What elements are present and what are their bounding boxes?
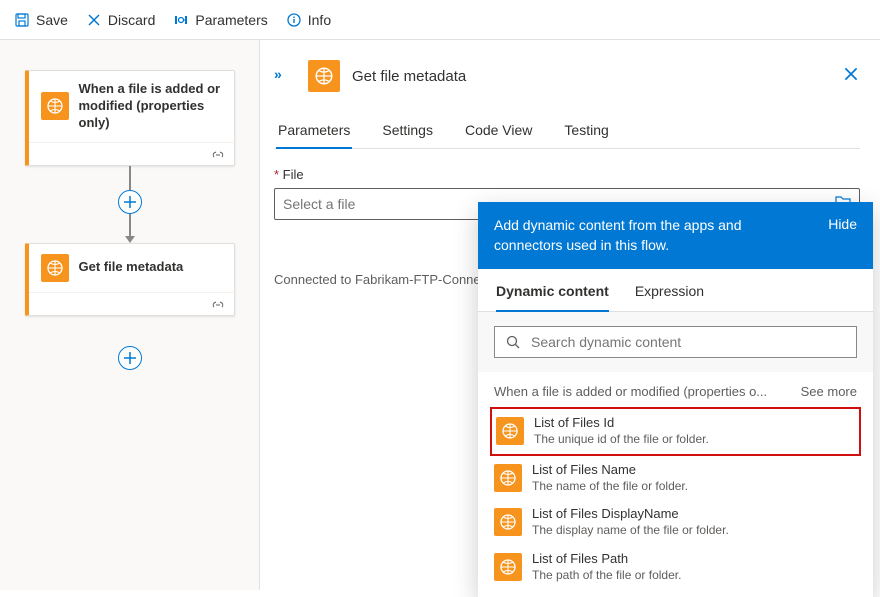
dc-item-files-path[interactable]: List of Files PathThe path of the file o… — [490, 545, 861, 589]
tab-codeview[interactable]: Code View — [463, 114, 534, 148]
dynamic-content-list[interactable]: List of Files IdThe unique id of the fil… — [478, 407, 873, 597]
ftp-icon — [308, 60, 340, 92]
ftp-icon — [496, 417, 524, 445]
collapse-button[interactable]: » — [274, 66, 282, 82]
toolbar: Save Discard Parameters Info — [0, 0, 880, 40]
info-button[interactable]: Info — [286, 12, 331, 28]
flow-canvas: When a file is added or modified (proper… — [0, 40, 260, 590]
search-box — [494, 326, 857, 358]
ftp-icon — [494, 508, 522, 536]
action-title: Get file metadata — [79, 259, 184, 276]
action-card[interactable]: Get file metadata — [25, 243, 235, 316]
parameters-icon — [173, 12, 189, 28]
save-icon — [14, 12, 30, 28]
search-input[interactable] — [531, 334, 846, 350]
detail-tabs: Parameters Settings Code View Testing — [274, 114, 860, 149]
tab-parameters[interactable]: Parameters — [276, 114, 352, 148]
search-icon — [505, 334, 521, 350]
see-more-button[interactable]: See more — [801, 384, 857, 399]
add-step-button[interactable] — [118, 190, 142, 214]
ftp-icon — [494, 553, 522, 581]
close-button[interactable] — [842, 65, 860, 88]
dc-item-files-id[interactable]: List of Files IdThe unique id of the fil… — [490, 407, 861, 455]
parameters-label: Parameters — [195, 12, 267, 28]
file-field-label: * File — [274, 167, 860, 182]
link-icon — [210, 147, 226, 161]
ftp-icon — [41, 92, 69, 120]
tab-testing[interactable]: Testing — [562, 114, 610, 148]
discard-label: Discard — [108, 12, 155, 28]
info-icon — [286, 12, 302, 28]
dynamic-content-popup: Add dynamic content from the apps and co… — [478, 202, 873, 597]
save-label: Save — [36, 12, 68, 28]
dc-item-files-name[interactable]: List of Files NameThe name of the file o… — [490, 456, 861, 500]
hide-button[interactable]: Hide — [828, 216, 857, 232]
tab-dynamic-content[interactable]: Dynamic content — [496, 283, 609, 311]
discard-icon — [86, 12, 102, 28]
trigger-card[interactable]: When a file is added or modified (proper… — [25, 70, 235, 166]
add-step-button[interactable] — [118, 346, 142, 370]
section-label: When a file is added or modified (proper… — [494, 384, 767, 399]
dc-item-files-displayname[interactable]: List of Files DisplayNameThe display nam… — [490, 500, 861, 544]
ftp-icon — [41, 254, 69, 282]
info-label: Info — [308, 12, 331, 28]
detail-title: Get file metadata — [352, 68, 466, 85]
discard-button[interactable]: Discard — [86, 12, 155, 28]
tab-expression[interactable]: Expression — [635, 283, 704, 311]
ftp-icon — [494, 464, 522, 492]
popup-heading: Add dynamic content from the apps and co… — [494, 216, 794, 255]
tab-settings[interactable]: Settings — [380, 114, 435, 148]
save-button[interactable]: Save — [14, 12, 68, 28]
trigger-title: When a file is added or modified (proper… — [79, 81, 222, 132]
parameters-button[interactable]: Parameters — [173, 12, 267, 28]
link-icon — [210, 297, 226, 311]
